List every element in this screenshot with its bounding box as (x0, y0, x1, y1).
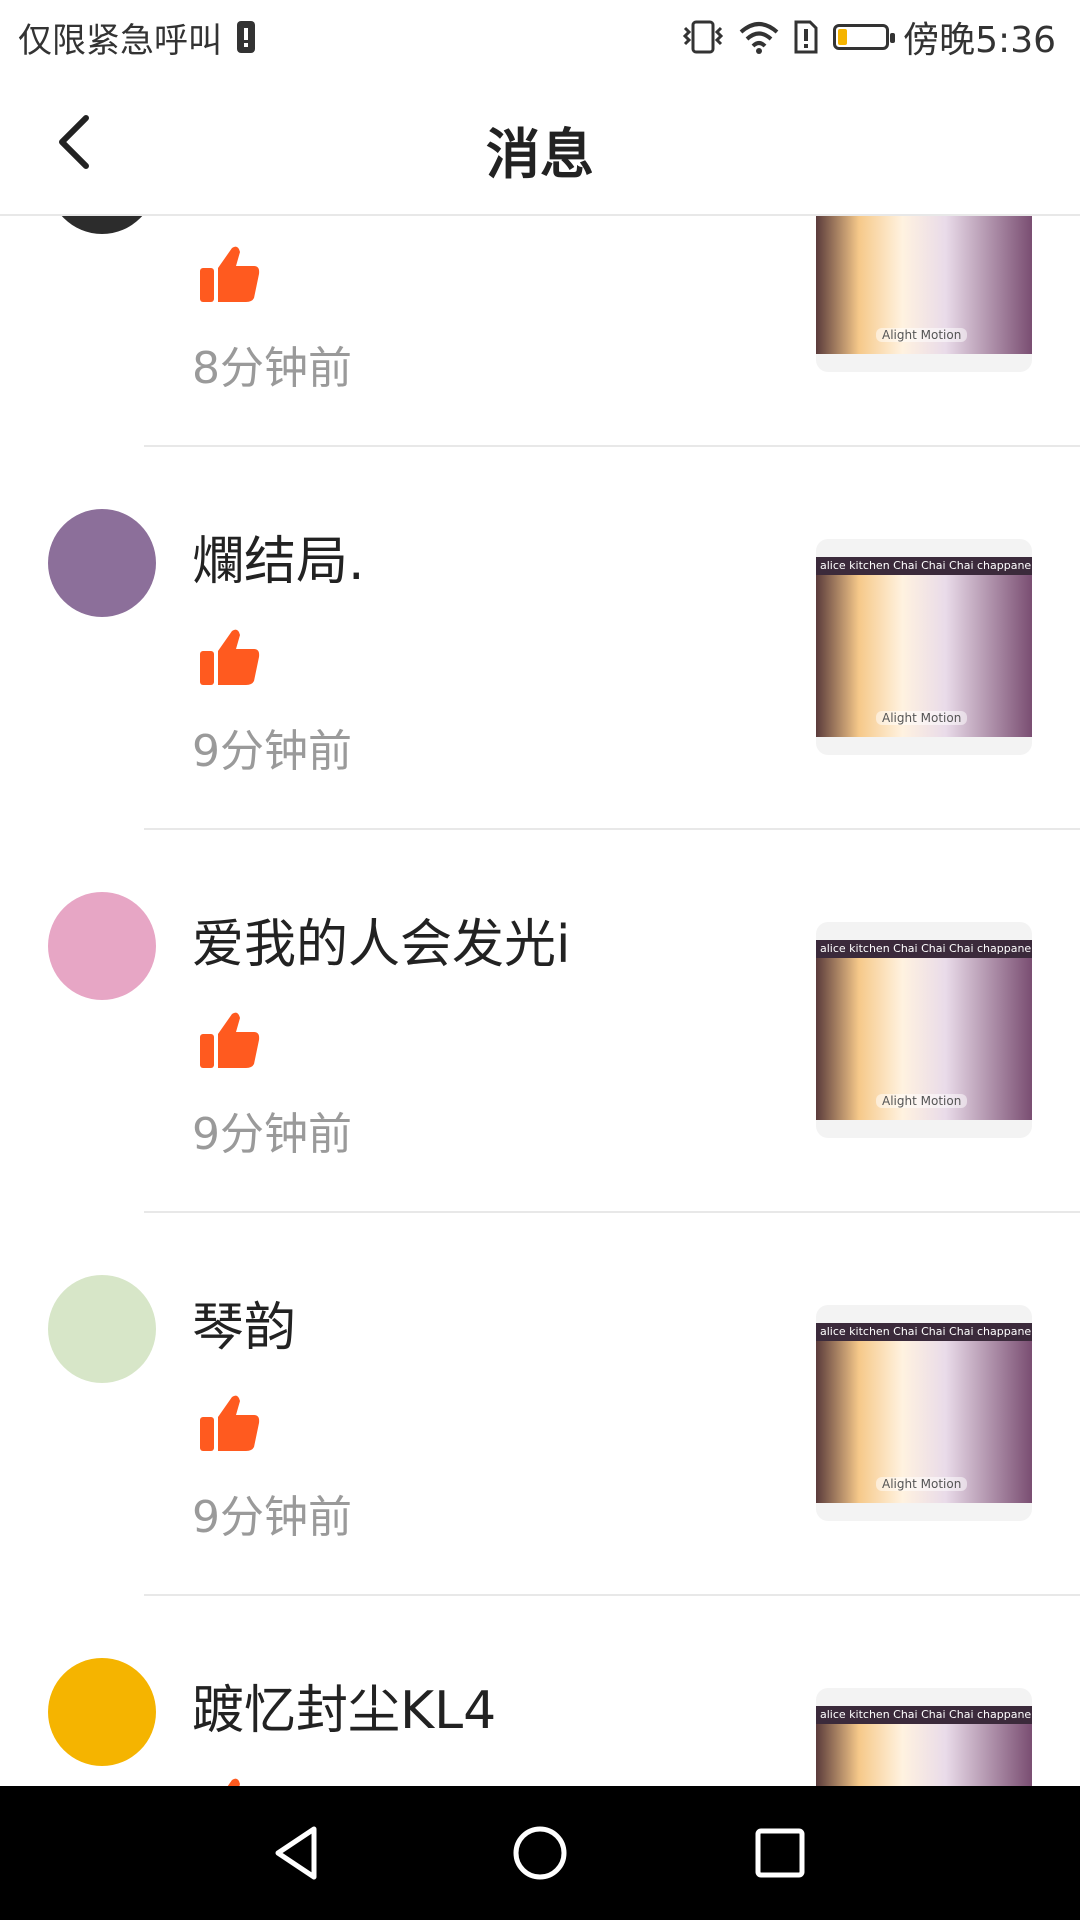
timestamp: 9分钟前 (192, 1492, 352, 1543)
vibrate-icon (683, 20, 724, 54)
video-thumbnail[interactable]: alice kitchen Chai Chai Chai chappane a … (816, 922, 1032, 1138)
user-name[interactable]: 琴韵 (192, 1285, 296, 1360)
thumbnail-watermark: Alight Motion (876, 1094, 968, 1108)
avatar[interactable] (48, 509, 156, 617)
status-right: 傍晚5:36 (681, 12, 1056, 62)
video-thumbnail[interactable]: alice kitchen Chai Chai Chai chappane a … (816, 1305, 1032, 1521)
thumbnail-banner: alice kitchen Chai Chai Chai chappane a … (816, 1323, 1032, 1341)
back-triangle-icon[interactable] (270, 1823, 330, 1883)
battery-icon (833, 24, 896, 50)
thumbnail-image: alice kitchen Chai Chai Chai chappane a … (816, 1323, 1032, 1503)
message-item[interactable]: 琴韵 9分钟前 alice kitchen Chai Chai Chai chapp… (0, 1213, 1080, 1597)
thumbnail-image: alice kitchen Chai Chai Chai chappane a … (816, 940, 1032, 1120)
message-item[interactable]: 爛结局. 9分钟前 alice kitchen Chai Chai Chai cha… (0, 447, 1080, 831)
thumbnail-watermark: Alight Motion (876, 711, 968, 725)
clock-text: 傍晚5:36 (903, 20, 1056, 61)
battery-level (838, 29, 848, 45)
thumbnail-watermark: Alight Motion (876, 1477, 968, 1491)
video-thumbnail[interactable]: alice kitchen Chai Chai Chai chappane a … (816, 214, 1032, 372)
user-name[interactable]: 爛结局. (192, 519, 365, 594)
video-thumbnail[interactable]: alice kitchen Chai Chai Chai chappane a … (816, 539, 1032, 755)
sim-icon (237, 21, 255, 53)
thumbs-up-icon (200, 246, 260, 302)
carrier-text: 仅限紧急呼叫 (18, 20, 222, 61)
timestamp: 9分钟前 (192, 1109, 352, 1160)
thumbnail-banner: alice kitchen Chai Chai Chai chappane a … (816, 1706, 1032, 1724)
timestamp: 8分钟前 (192, 343, 352, 394)
message-item[interactable]: 8分钟前 alice kitchen Chai Chai Chai chappan… (0, 214, 1080, 448)
thumbnail-image: alice kitchen Chai Chai Chai chappane a … (816, 557, 1032, 737)
header: 消息 (0, 74, 1080, 216)
avatar[interactable] (48, 214, 156, 234)
status-bar: 仅限紧急呼叫 傍晚5:36 (0, 0, 1080, 74)
home-circle-icon[interactable] (510, 1823, 570, 1883)
thumbs-up-icon (227, 1778, 240, 1786)
thumbnail-image: alice kitchen Chai Chai Chai chappane a … (816, 214, 1032, 354)
recents-square-icon[interactable] (750, 1823, 810, 1883)
thumbs-up-icon (200, 629, 260, 685)
avatar[interactable] (48, 892, 156, 1000)
message-item[interactable]: 爱我的人会发光i 9分钟前 alice kitchen Chai Chai Chai… (0, 830, 1080, 1214)
thumbnail-watermark: Alight Motion (876, 328, 968, 342)
no-sim-icon (794, 20, 818, 54)
thumbnail-banner: alice kitchen Chai Chai Chai chappane a … (816, 940, 1032, 958)
navigation-bar (0, 1786, 1080, 1920)
page-title: 消息 (486, 123, 594, 186)
thumbs-up-icon (200, 1012, 260, 1068)
avatar[interactable] (48, 1275, 156, 1383)
user-name[interactable]: 踱忆封尘KL4 (192, 1668, 496, 1743)
thumbs-up-icon (200, 1395, 260, 1451)
status-left: 仅限紧急呼叫 (18, 12, 256, 62)
user-name[interactable]: 爱我的人会发光i (192, 902, 570, 977)
avatar[interactable] (48, 1658, 156, 1766)
message-list[interactable]: 8分钟前 alice kitchen Chai Chai Chai chappan… (0, 214, 1080, 1786)
message-item[interactable]: 踱忆封尘KL4 alice kitchen Chai Chai Chai chap… (0, 1596, 1080, 1786)
thumbnail-image: alice kitchen Chai Chai Chai chappane a … (816, 1706, 1032, 1786)
timestamp: 9分钟前 (192, 726, 352, 777)
thumbnail-banner: alice kitchen Chai Chai Chai chappane a … (816, 557, 1032, 575)
video-thumbnail[interactable]: alice kitchen Chai Chai Chai chappane a … (816, 1688, 1032, 1786)
wifi-icon (739, 22, 779, 54)
